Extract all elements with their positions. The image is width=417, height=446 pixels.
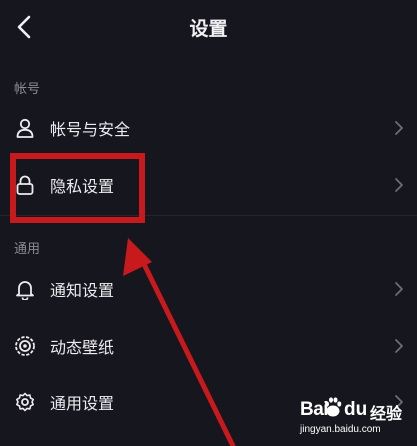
page-title: 设置	[189, 18, 228, 40]
watermark-url: jingyan.baidu.com	[300, 424, 381, 435]
chevron-right-icon	[395, 178, 403, 192]
menu-item-label: 隐私设置	[50, 177, 115, 196]
menu-item-label: 通知设置	[50, 281, 115, 300]
watermark-brand-cn: 经验	[370, 404, 403, 423]
section-label-account: 帐号	[14, 82, 41, 97]
header-bar: 设置	[0, 0, 417, 56]
menu-item-wallpaper[interactable]: 动态壁纸	[0, 318, 417, 374]
chevron-right-icon	[395, 121, 403, 135]
gear-icon	[16, 392, 34, 412]
baidu-jingyan-watermark: Bai du 经验 jingyan.baidu.com	[300, 393, 414, 443]
lock-icon	[16, 175, 34, 195]
section-divider	[0, 215, 417, 216]
chevron-right-icon	[395, 339, 403, 353]
menu-item-label: 动态壁纸	[50, 338, 115, 357]
wallpaper-icon	[15, 336, 35, 356]
menu-item-label: 帐号与安全	[50, 120, 131, 139]
menu-item-account-security[interactable]: 帐号与安全	[0, 100, 417, 156]
bell-icon	[16, 281, 34, 300]
watermark-brand-right: du	[344, 399, 368, 420]
section-label-general: 通用	[14, 242, 41, 257]
menu-item-label: 通用设置	[50, 394, 115, 413]
menu-item-privacy[interactable]: 隐私设置	[0, 157, 417, 213]
baidu-paw-icon	[325, 397, 342, 417]
person-icon	[16, 118, 34, 138]
chevron-right-icon	[395, 282, 403, 296]
menu-item-notifications[interactable]: 通知设置	[0, 261, 417, 317]
